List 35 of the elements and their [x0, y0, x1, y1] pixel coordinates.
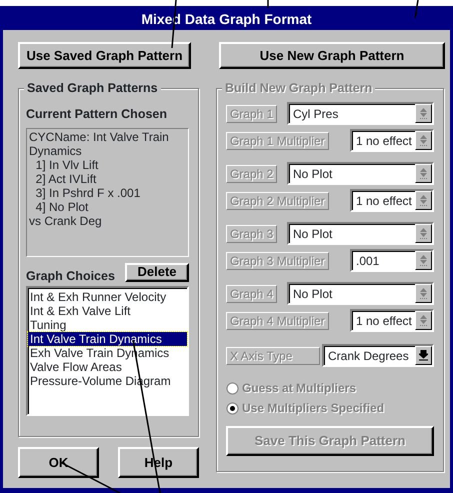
use-saved-pattern-button[interactable]: Use Saved Graph Pattern	[18, 42, 191, 69]
field-label: Graph 1	[226, 104, 278, 122]
section-heading: Graph Choices	[26, 268, 115, 285]
radio-label: Use Multipliers Specified	[242, 400, 384, 417]
spinner-arrows-icon[interactable]	[419, 255, 428, 266]
spinner-arrows-icon[interactable]	[419, 108, 428, 119]
spinner-arrows-icon[interactable]	[419, 135, 428, 146]
group-title: Build New Graph Pattern	[222, 81, 376, 96]
list-item[interactable]: Int Valve Train Dynamics	[28, 332, 187, 346]
use-new-pattern-button[interactable]: Use New Graph Pattern	[219, 42, 445, 69]
radio-label: Guess at Multipliers	[242, 380, 356, 397]
field-label: Graph 4	[226, 284, 278, 302]
leader-line	[267, 0, 269, 8]
field-label: Graph 3 Multiplier	[226, 252, 329, 270]
list-item[interactable]: Int & Exh Valve Lift	[28, 304, 187, 318]
field-label: X Axis Type	[226, 346, 320, 364]
field-label: Graph 3	[226, 224, 278, 242]
list-item[interactable]: Int & Exh Runner Velocity	[28, 290, 187, 304]
list-item[interactable]: Tuning	[28, 318, 187, 332]
list-item[interactable]: Valve Flow Areas	[28, 360, 187, 374]
spinner-arrows-icon[interactable]	[419, 195, 428, 206]
pattern-text: CYCName: Int Valve Train Dynamics 1] In Vlv Lift 2] Act IVLift 3] In Pshrd F x .001 4] No Plot vs Crank Deg	[26, 128, 189, 257]
window-title: Mixed Data Graph Format	[3, 9, 450, 30]
field-label: Graph 2 Multiplier	[226, 192, 329, 210]
group-title: Saved Graph Patterns	[24, 81, 161, 96]
spinner-arrows-icon[interactable]	[419, 288, 428, 299]
delete-button[interactable]: Delete	[125, 262, 189, 282]
leader-line	[414, 0, 419, 18]
spinner-arrows-icon[interactable]	[419, 228, 428, 239]
field-label: Graph 1 Multiplier	[226, 132, 329, 150]
spinner-arrows-icon[interactable]	[419, 315, 428, 326]
field-label: Graph 2	[226, 164, 278, 182]
section-heading: Current Pattern Chosen	[26, 106, 168, 123]
field-label: Graph 4 Multiplier	[226, 312, 329, 330]
spinner-arrows-icon[interactable]	[419, 168, 428, 179]
